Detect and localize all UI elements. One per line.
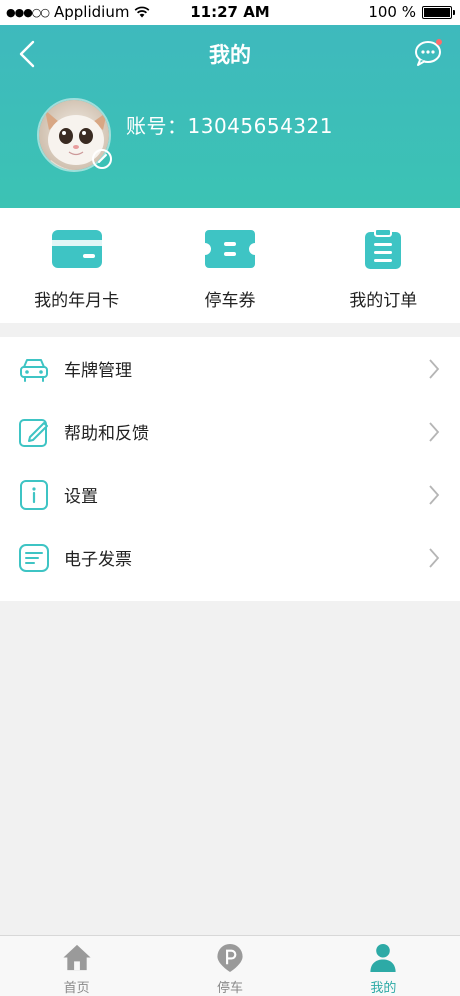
chevron-right-icon [429, 358, 440, 379]
battery-icon [422, 5, 455, 19]
quick-item-parking-coupon[interactable]: 停车券 [153, 208, 306, 323]
chevron-right-icon [429, 421, 440, 442]
tab-label: 我的 [370, 981, 397, 996]
menu-item-label: 帮助和反馈 [64, 424, 149, 444]
person-icon [370, 943, 396, 973]
tab-parking[interactable]: 停车 [153, 936, 306, 996]
info-icon [20, 479, 48, 510]
ticket-icon [204, 230, 255, 268]
status-bar: ●●●○○ Applidium 11:27 AM 100 % [0, 0, 460, 25]
quick-item-my-orders[interactable]: 我的订单 [307, 208, 460, 323]
menu-item-settings[interactable]: 设置 [0, 463, 460, 526]
profile-header: 我的 账号：13045654321 [0, 25, 460, 208]
quick-actions: 我的年月卡 停车券 我的订单 [0, 208, 460, 323]
settings-menu: 车牌管理 帮助和反馈 设置 电子发票 [0, 337, 460, 601]
tab-label: 首页 [63, 981, 90, 996]
chevron-right-icon [429, 484, 440, 505]
card-icon [51, 230, 102, 268]
menu-item-help-feedback[interactable]: 帮助和反馈 [0, 400, 460, 463]
quick-item-label: 我的订单 [349, 291, 418, 311]
menu-item-label: 车牌管理 [64, 361, 132, 381]
edit-avatar-icon[interactable] [91, 148, 113, 170]
tab-label: 停车 [216, 981, 243, 996]
account-number: 账号：13045654321 [126, 114, 333, 138]
home-icon [63, 944, 91, 971]
clipboard-icon [365, 228, 402, 269]
quick-item-label: 停车券 [204, 291, 256, 311]
bottom-tab-bar: 首页 停车 我的 [0, 935, 460, 996]
menu-item-label: 电子发票 [64, 550, 132, 570]
car-icon [20, 358, 48, 382]
menu-item-e-invoice[interactable]: 电子发票 [0, 526, 460, 589]
edit-icon [19, 418, 48, 447]
menu-item-plate-management[interactable]: 车牌管理 [0, 337, 460, 400]
invoice-icon [19, 543, 49, 572]
tab-mine[interactable]: 我的 [307, 936, 460, 996]
chevron-right-icon [429, 547, 440, 568]
parking-icon [217, 943, 243, 973]
tab-home[interactable]: 首页 [0, 936, 153, 996]
message-icon[interactable] [414, 38, 444, 66]
page-title: 我的 [209, 43, 251, 67]
battery-percent: 100 % [368, 3, 416, 21]
quick-item-label: 我的年月卡 [34, 291, 120, 311]
menu-item-label: 设置 [64, 487, 98, 507]
quick-item-yearly-card[interactable]: 我的年月卡 [0, 208, 153, 323]
